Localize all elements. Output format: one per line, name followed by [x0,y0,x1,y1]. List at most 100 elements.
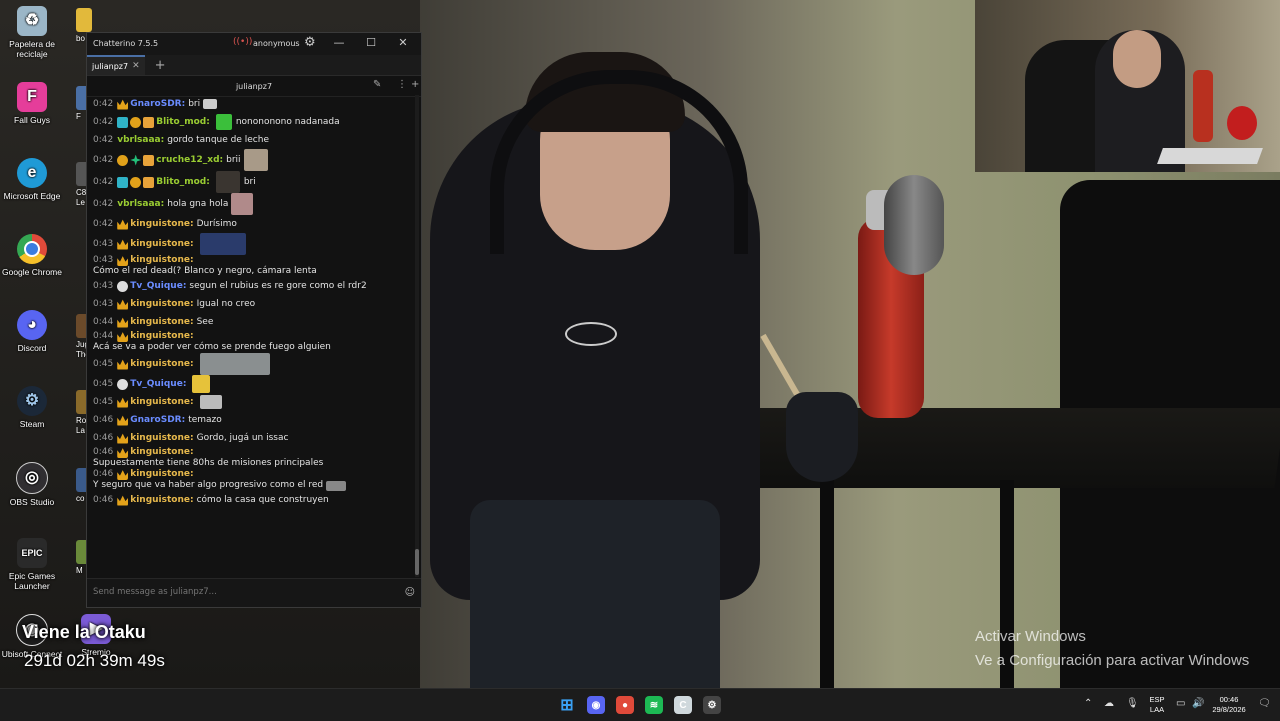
chevron-up-icon[interactable]: ⌃ [1084,698,1092,709]
windows-start-icon[interactable]: ⊞ [558,696,576,714]
window-titlebar[interactable]: Chatterino 7.5.5 ((•)) anonymous ⚙ — ☐ ✕ [87,33,421,55]
broadcaster-badge-icon[interactable] [117,359,129,370]
add-split-icon[interactable]: + [411,79,419,90]
broadcaster-badge-icon[interactable] [117,256,129,266]
chat-message[interactable]: 0:45 kinguistone: [93,393,409,411]
message-username[interactable]: kinguistone: [130,331,193,342]
chat-message[interactable]: 0:42 kinguistone: Durísimo [93,215,409,233]
scrollbar-thumb[interactable] [415,549,419,575]
desktop-icon-discord[interactable]: ◕ Discord [0,310,64,353]
chat-message[interactable]: 0:46 kinguistone: Y seguro que va haber al… [93,469,409,491]
chat-message[interactable]: 0:46 kinguistone: Gordo, jugá un issac [93,429,409,447]
ccleaner-taskbar-icon[interactable]: C [674,696,692,714]
discord-taskbar-icon[interactable]: ◉ [587,696,605,714]
add-tab-icon[interactable]: + [155,58,166,73]
chat-message[interactable]: 0:43 kinguistone: [93,233,409,255]
emote-image[interactable] [199,395,222,409]
bits-badge-icon[interactable] [130,116,142,128]
account-switcher[interactable]: anonymous [253,39,300,48]
chat-message[interactable]: 0:43 kinguistone: Igual no creo [93,295,409,313]
chatterino-window[interactable]: Chatterino 7.5.5 ((•)) anonymous ⚙ — ☐ ✕… [86,32,422,608]
chat-input[interactable] [91,586,395,598]
clock[interactable]: 00:46 29/8/2026 [1208,695,1250,715]
maximize-button[interactable]: ☐ [361,36,381,49]
split-header[interactable]: julianpz7 ✎ ⋮ + [87,76,421,97]
streamer-mode-icon[interactable]: ((•)) [233,37,252,47]
message-username[interactable]: kinguistone: [130,317,193,328]
chat-message[interactable]: 0:44 kinguistone: Acá se va a poder ver có… [93,331,409,353]
broadcaster-badge-icon[interactable] [117,470,129,480]
broadcaster-badge-icon[interactable] [117,332,129,342]
star-badge-icon[interactable] [130,154,142,166]
emote-image[interactable] [231,193,254,215]
vip-badge-icon[interactable] [143,154,155,166]
desktop-icon-fall-guys[interactable]: F Fall Guys [0,82,64,125]
desktop-icon-chrome[interactable]: Google Chrome [0,234,64,277]
message-username[interactable]: GnaroSDR: [130,99,185,110]
message-username[interactable]: kinguistone: [130,469,193,480]
message-username[interactable]: Tv_Quique: [130,379,186,390]
chat-message[interactable]: 0:46 kinguistone: cómo la casa que constru… [93,491,409,509]
desktop-icon-recycle-bin[interactable]: ♻ Papelera de reciclaje [0,6,64,59]
broadcaster-badge-icon[interactable] [117,219,129,230]
broadcaster-badge-icon[interactable] [117,415,129,426]
sub-badge-icon[interactable] [117,116,129,128]
emote-image[interactable] [199,353,270,375]
chatterino-taskbar-icon[interactable]: ⚙ [703,696,721,714]
message-username[interactable]: vbrlsaaa: [117,135,164,146]
bits-badge-icon[interactable] [117,154,129,166]
broadcaster-badge-icon[interactable] [117,433,129,444]
onedrive-icon[interactable]: ☁ [1104,698,1114,709]
vip-badge-icon[interactable] [143,116,155,128]
message-username[interactable]: kinguistone: [130,447,193,458]
face-badge-icon[interactable] [117,378,129,390]
spotify-taskbar-icon[interactable]: ≋ [645,696,663,714]
chat-message[interactable]: 0:43 kinguistone: Cómo el red dead(? Blanc… [93,255,409,277]
message-username[interactable]: Blito_mod: [156,117,210,128]
message-username[interactable]: Tv_Quique: [130,281,186,292]
chat-message-list[interactable]: 0:42 GnaroSDR: bri 0:42 Blito_mod: nonononono… [87,95,413,577]
face-badge-icon[interactable] [117,280,129,292]
message-username[interactable]: kinguistone: [130,397,193,408]
message-username[interactable]: kinguistone: [130,495,193,506]
minimize-button[interactable]: — [329,36,349,49]
message-username[interactable]: GnaroSDR: [130,415,185,426]
volume-icon[interactable]: 🔊 [1192,698,1204,709]
emoji-icon[interactable]: ☺ [405,587,415,598]
bits-badge-icon[interactable] [130,176,142,188]
message-username[interactable]: vbrlsaaa: [117,199,164,210]
message-username[interactable]: kinguistone: [130,359,193,370]
chrome-taskbar-icon[interactable]: ● [616,696,634,714]
vip-badge-icon[interactable] [143,176,155,188]
chat-message[interactable]: 0:44 kinguistone: See [93,313,409,331]
broadcaster-badge-icon[interactable] [117,397,129,408]
sub-badge-icon[interactable] [117,176,129,188]
chat-message[interactable]: 0:42 Blito_mod: bri [93,171,409,193]
emote-image[interactable] [215,114,232,130]
broadcaster-badge-icon[interactable] [117,495,129,506]
message-username[interactable]: kinguistone: [130,433,193,444]
chat-message[interactable]: 0:42 cruche12_xd: brii [93,149,409,171]
message-username[interactable]: kinguistone: [130,299,193,310]
emote-image[interactable] [192,375,211,393]
emote-image[interactable] [243,149,268,171]
message-username[interactable]: Blito_mod: [156,177,210,188]
emote-image[interactable] [203,99,218,109]
message-username[interactable]: kinguistone: [130,239,193,250]
desktop-icon-steam[interactable]: ⚙ Steam [0,386,64,429]
tab-close-icon[interactable]: ✕ [132,61,140,71]
broadcaster-badge-icon[interactable] [117,448,129,458]
more-options-icon[interactable]: ⋮ [397,79,407,90]
settings-gear-icon[interactable]: ⚙ [304,35,316,50]
desktop-icon-epic[interactable]: EPIC Epic Games Launcher [0,538,64,591]
tab-julianpz7[interactable]: julianpz7 ✕ [87,55,145,75]
network-icon[interactable]: ▭ [1176,698,1185,709]
chat-scrollbar[interactable] [415,95,419,577]
chat-message[interactable]: 0:45 Tv_Quique: [93,375,409,393]
message-username[interactable]: kinguistone: [130,255,193,266]
chat-message[interactable]: 0:42 vbrlsaaa: gordo tanque de leche [93,131,409,149]
emote-image[interactable] [199,233,246,255]
broadcaster-badge-icon[interactable] [117,299,129,310]
chat-message[interactable]: 0:42 GnaroSDR: bri [93,95,409,113]
emote-image[interactable] [326,480,347,491]
